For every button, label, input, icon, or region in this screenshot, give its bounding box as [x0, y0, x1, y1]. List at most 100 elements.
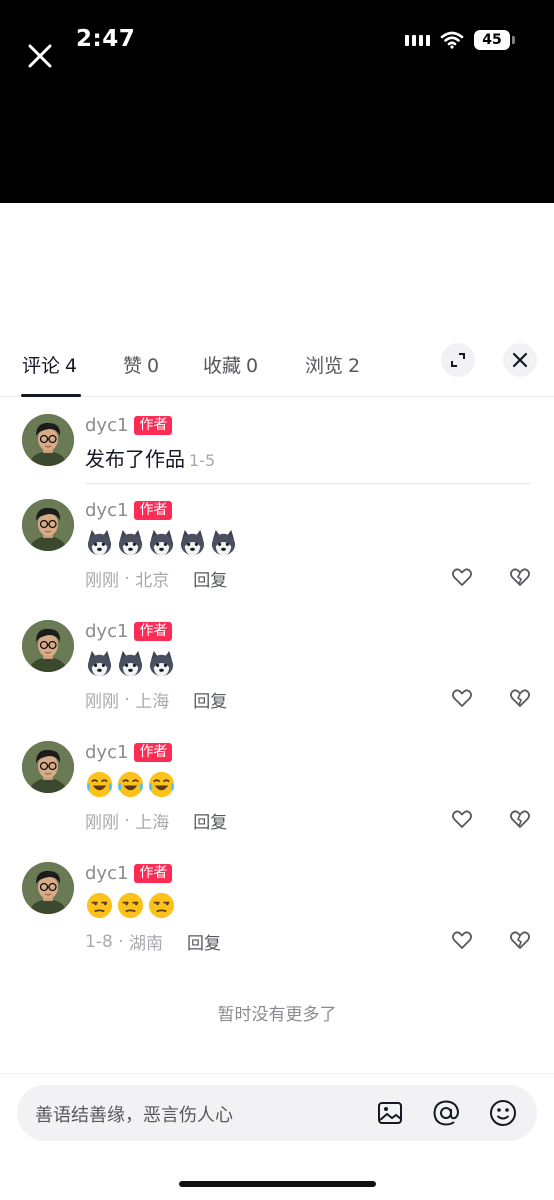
comment-item: dyc1 作者 刚刚 · 北京 回复 — [0, 485, 554, 606]
comment-time: 刚刚 — [85, 571, 119, 591]
comment-item: dyc1 作者 刚刚 · 上海 回复 — [0, 606, 554, 727]
husky-emoji — [178, 528, 207, 557]
tab-count: 0 — [147, 355, 160, 377]
tab-views[interactable]: 浏览 2 — [305, 351, 360, 378]
tab-count: 4 — [65, 355, 78, 377]
unamused-emoji — [116, 891, 145, 920]
image-icon[interactable] — [375, 1098, 405, 1128]
tab-count: 2 — [348, 355, 361, 377]
expand-button[interactable] — [441, 343, 475, 377]
author-badge: 作者 — [134, 864, 173, 883]
comment-meta: 刚刚 · 上海 回复 — [85, 687, 227, 713]
heart-icon[interactable] — [450, 686, 474, 710]
rofl-emoji — [116, 770, 145, 799]
active-tab-indicator — [21, 394, 81, 397]
emoji-icon[interactable] — [488, 1098, 518, 1128]
comment-content — [85, 649, 176, 678]
husky-emoji — [116, 528, 145, 557]
broken-heart-icon[interactable] — [508, 928, 532, 952]
tab-label: 赞 — [123, 355, 143, 377]
comment-content — [85, 770, 176, 799]
comment-item: dyc1 作者 刚刚 · 上海 回复 — [0, 727, 554, 848]
avatar[interactable] — [22, 414, 74, 466]
tab-label: 评论 — [22, 355, 61, 377]
avatar[interactable] — [22, 862, 74, 914]
tab-comments[interactable]: 评论 4 — [22, 351, 77, 378]
heart-icon[interactable] — [450, 565, 474, 589]
status-icons: 45 — [405, 30, 515, 50]
rofl-emoji — [85, 770, 114, 799]
meta-separator: · — [119, 568, 136, 589]
at-icon[interactable] — [431, 1098, 461, 1128]
divider — [85, 483, 531, 484]
post-row: dyc1 作者 发布了作品 1-5 — [0, 398, 554, 484]
username[interactable]: dyc1 — [85, 621, 128, 642]
reply-button[interactable]: 回复 — [193, 566, 227, 591]
username[interactable]: dyc1 — [85, 500, 128, 521]
comment-author: dyc1 作者 — [85, 500, 173, 521]
post-date: 1-5 — [189, 451, 216, 470]
close-panel-icon — [512, 352, 528, 368]
heart-icon[interactable] — [450, 807, 474, 831]
comment-input[interactable]: 善语结善缘，恶言伤人心 — [17, 1085, 537, 1141]
author-badge: 作者 — [134, 416, 173, 435]
tab-favorites[interactable]: 收藏 0 — [203, 351, 258, 378]
comment-content — [85, 891, 176, 920]
heart-icon[interactable] — [450, 928, 474, 952]
avatar[interactable] — [22, 499, 74, 551]
comment-author: dyc1 作者 — [85, 742, 173, 763]
reply-button[interactable]: 回复 — [187, 929, 221, 954]
broken-heart-icon[interactable] — [508, 686, 532, 710]
meta-separator: · — [112, 931, 129, 952]
reply-button[interactable]: 回复 — [193, 687, 227, 712]
comment-meta: 刚刚 · 北京 回复 — [85, 566, 227, 592]
comment-time: 刚刚 — [85, 692, 119, 712]
post-action-text: 发布了作品 — [85, 447, 185, 471]
husky-emoji — [85, 528, 114, 557]
tab-likes[interactable]: 赞0 — [123, 351, 159, 378]
reply-button[interactable]: 回复 — [193, 808, 227, 833]
comment-location: 北京 — [135, 571, 170, 591]
husky-emoji — [209, 528, 238, 557]
tab-count: 0 — [246, 355, 259, 377]
comment-location: 湖南 — [129, 934, 163, 954]
close-icon[interactable] — [24, 40, 56, 72]
comment-meta: 1-8 · 湖南 回复 — [85, 929, 221, 955]
post-text: 发布了作品 1-5 — [85, 443, 215, 472]
comment-location: 上海 — [135, 692, 170, 712]
comment-input-bar: 善语结善缘，恶言伤人心 — [0, 1073, 554, 1200]
unamused-emoji — [85, 891, 114, 920]
comment-time: 1-8 — [85, 931, 113, 952]
broken-heart-icon[interactable] — [508, 565, 532, 589]
avatar[interactable] — [22, 741, 74, 793]
expand-icon — [451, 353, 465, 367]
comment-time: 刚刚 — [85, 813, 119, 833]
tab-label: 浏览 — [305, 355, 344, 377]
meta-separator: · — [119, 810, 136, 831]
comment-author: dyc1 作者 — [85, 621, 173, 642]
battery-indicator: 45 — [474, 30, 515, 50]
comment-item: dyc1 作者 1-8 · 湖南 回复 — [0, 848, 554, 969]
comment-meta: 刚刚 · 上海 回复 — [85, 808, 227, 834]
comment-location: 上海 — [135, 813, 170, 833]
input-placeholder: 善语结善缘，恶言伤人心 — [35, 1105, 233, 1126]
username[interactable]: dyc1 — [85, 742, 128, 763]
comment-content — [85, 528, 238, 557]
video-area: 2:47 45 — [0, 0, 554, 203]
username[interactable]: dyc1 — [85, 415, 128, 436]
home-indicator — [179, 1181, 376, 1187]
tab-label: 收藏 — [203, 355, 242, 377]
close-panel-button[interactable] — [503, 343, 537, 377]
husky-emoji — [116, 649, 145, 678]
avatar[interactable] — [22, 620, 74, 672]
video-gap — [0, 203, 554, 333]
broken-heart-icon[interactable] — [508, 807, 532, 831]
husky-emoji — [85, 649, 114, 678]
rofl-emoji — [147, 770, 176, 799]
signal-icon — [405, 34, 430, 46]
unamused-emoji — [147, 891, 176, 920]
status-time: 2:47 — [76, 26, 136, 52]
author-badge: 作者 — [134, 743, 173, 762]
username[interactable]: dyc1 — [85, 863, 128, 884]
husky-emoji — [147, 528, 176, 557]
